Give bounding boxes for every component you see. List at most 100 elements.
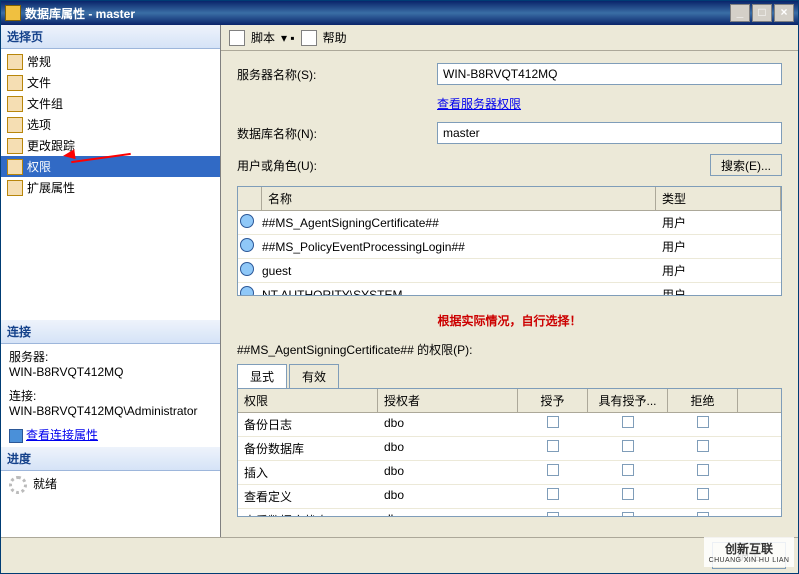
progress-header: 进度 (1, 447, 220, 471)
sidebar-item-extended[interactable]: 扩展属性 (1, 177, 220, 198)
connection-header: 连接 (1, 320, 220, 344)
table-row[interactable]: NT AUTHORITY\SYSTEM用户 (238, 283, 781, 296)
connection-label: 连接: (9, 387, 212, 404)
ready-label: 就绪 (33, 477, 57, 491)
view-server-permissions-link[interactable]: 查看服务器权限 (437, 95, 521, 112)
sidebar-item-files[interactable]: 文件 (1, 72, 220, 93)
user-icon (238, 212, 256, 233)
col-deny[interactable]: 拒绝 (668, 389, 738, 412)
page-icon (7, 75, 23, 91)
spinner-icon (9, 476, 27, 494)
table-row[interactable]: ##MS_PolicyEventProcessingLogin##用户 (238, 235, 781, 259)
permissions-table[interactable]: 权限 授权者 授予 具有授予... 拒绝 备份日志dbo备份数据库dbo插入db… (237, 389, 782, 517)
grant-checkbox[interactable] (547, 488, 559, 500)
withgrant-checkbox[interactable] (622, 416, 634, 428)
close-button[interactable]: × (774, 4, 794, 22)
table-row[interactable]: 备份日志dbo (238, 413, 781, 437)
view-connection-link-text: 查看连接属性 (26, 428, 98, 442)
sidebar: 选择页 常规 文件 文件组 选项 更改跟踪 权限 扩展属性 连接 服务器: WI… (1, 25, 221, 537)
connection-value: WIN-B8RVQT412MQ\Administrator (9, 404, 212, 418)
watermark-subtext: CHUANG XIN HU LIAN (709, 557, 790, 564)
grant-checkbox[interactable] (547, 416, 559, 428)
grant-checkbox[interactable] (547, 440, 559, 452)
table-row[interactable]: 查看定义dbo (238, 485, 781, 509)
col-grantor[interactable]: 授权者 (378, 389, 518, 412)
sidebar-item-options[interactable]: 选项 (1, 114, 220, 135)
cell-perm: 查看数据库状态 (238, 509, 378, 517)
page-list: 常规 文件 文件组 选项 更改跟踪 权限 扩展属性 (1, 49, 220, 200)
permissions-for-label: ##MS_AgentSigningCertificate## 的权限(P): (237, 341, 782, 358)
deny-checkbox[interactable] (697, 440, 709, 452)
db-name-field[interactable] (437, 122, 782, 144)
script-icon (229, 30, 245, 46)
tab-effective[interactable]: 有效 (289, 364, 339, 388)
select-page-header: 选择页 (1, 25, 220, 49)
cell-grantor: dbo (378, 461, 518, 484)
deny-checkbox[interactable] (697, 464, 709, 476)
user-icon (238, 260, 256, 281)
server-name-field[interactable] (437, 63, 782, 85)
maximize-button[interactable]: □ (752, 4, 772, 22)
watermark: 创新互联 CHUANG XIN HU LIAN (704, 537, 794, 567)
cell-name: guest (256, 261, 656, 281)
script-button[interactable]: 脚本 (251, 29, 275, 46)
withgrant-checkbox[interactable] (622, 464, 634, 476)
db-icon (5, 5, 21, 21)
annotation-note: 根据实际情况，自行选择！ (237, 306, 782, 335)
sidebar-item-permissions[interactable]: 权限 (1, 156, 220, 177)
tab-explicit[interactable]: 显式 (237, 364, 287, 388)
db-properties-window: 数据库属性 - master _ □ × 选择页 常规 文件 文件组 选项 更改… (0, 0, 799, 574)
table-row[interactable]: 查看数据库状态dbo (238, 509, 781, 517)
grant-checkbox[interactable] (547, 464, 559, 476)
cell-grantor: dbo (378, 509, 518, 517)
server-value: WIN-B8RVQT412MQ (9, 365, 212, 379)
cell-type: 用户 (656, 259, 781, 282)
sidebar-item-label: 文件组 (27, 95, 63, 112)
table-row[interactable]: guest用户 (238, 259, 781, 283)
cell-type: 用户 (656, 235, 781, 258)
cell-grantor: dbo (378, 485, 518, 508)
table-row[interactable]: 插入dbo (238, 461, 781, 485)
connection-icon (9, 429, 23, 443)
grant-checkbox[interactable] (547, 512, 559, 517)
cell-name: NT AUTHORITY\SYSTEM (256, 285, 656, 297)
titlebar[interactable]: 数据库属性 - master _ □ × (1, 1, 798, 25)
sidebar-item-general[interactable]: 常规 (1, 51, 220, 72)
search-button[interactable]: 搜索(E)... (710, 154, 782, 176)
deny-checkbox[interactable] (697, 512, 709, 517)
users-table[interactable]: 名称 类型 ##MS_AgentSigningCertificate##用户##… (237, 186, 782, 296)
withgrant-checkbox[interactable] (622, 488, 634, 500)
sidebar-item-label: 文件 (27, 74, 51, 91)
sidebar-item-changetracking[interactable]: 更改跟踪 (1, 135, 220, 156)
deny-checkbox[interactable] (697, 416, 709, 428)
cell-perm: 插入 (238, 461, 378, 484)
col-permission[interactable]: 权限 (238, 389, 378, 412)
toolbar: 脚本 ▾ ▪ 帮助 (221, 25, 798, 51)
window-title: 数据库属性 - master (25, 5, 730, 22)
permissions-tabs: 显式 有效 (237, 364, 782, 389)
sidebar-item-label: 选项 (27, 116, 51, 133)
progress-box: 就绪 (1, 471, 220, 498)
help-icon (301, 30, 317, 46)
page-icon (7, 138, 23, 154)
table-row[interactable]: 备份数据库dbo (238, 437, 781, 461)
withgrant-checkbox[interactable] (622, 440, 634, 452)
col-type-header[interactable]: 类型 (656, 187, 781, 210)
watermark-text: 创新互联 (725, 540, 773, 557)
deny-checkbox[interactable] (697, 488, 709, 500)
users-roles-label: 用户或角色(U): (237, 157, 437, 174)
cell-name: ##MS_PolicyEventProcessingLogin## (256, 237, 656, 257)
page-icon (7, 96, 23, 112)
cell-type: 用户 (656, 211, 781, 234)
col-grant[interactable]: 授予 (518, 389, 588, 412)
help-button[interactable]: 帮助 (323, 29, 347, 46)
minimize-button[interactable]: _ (730, 4, 750, 22)
sidebar-item-filegroups[interactable]: 文件组 (1, 93, 220, 114)
col-name-header[interactable]: 名称 (262, 187, 656, 210)
view-connection-link[interactable]: 查看连接属性 (9, 426, 212, 443)
withgrant-checkbox[interactable] (622, 512, 634, 517)
col-withgrant[interactable]: 具有授予... (588, 389, 668, 412)
cell-perm: 备份数据库 (238, 437, 378, 460)
table-row[interactable]: ##MS_AgentSigningCertificate##用户 (238, 211, 781, 235)
cell-perm: 备份日志 (238, 413, 378, 436)
